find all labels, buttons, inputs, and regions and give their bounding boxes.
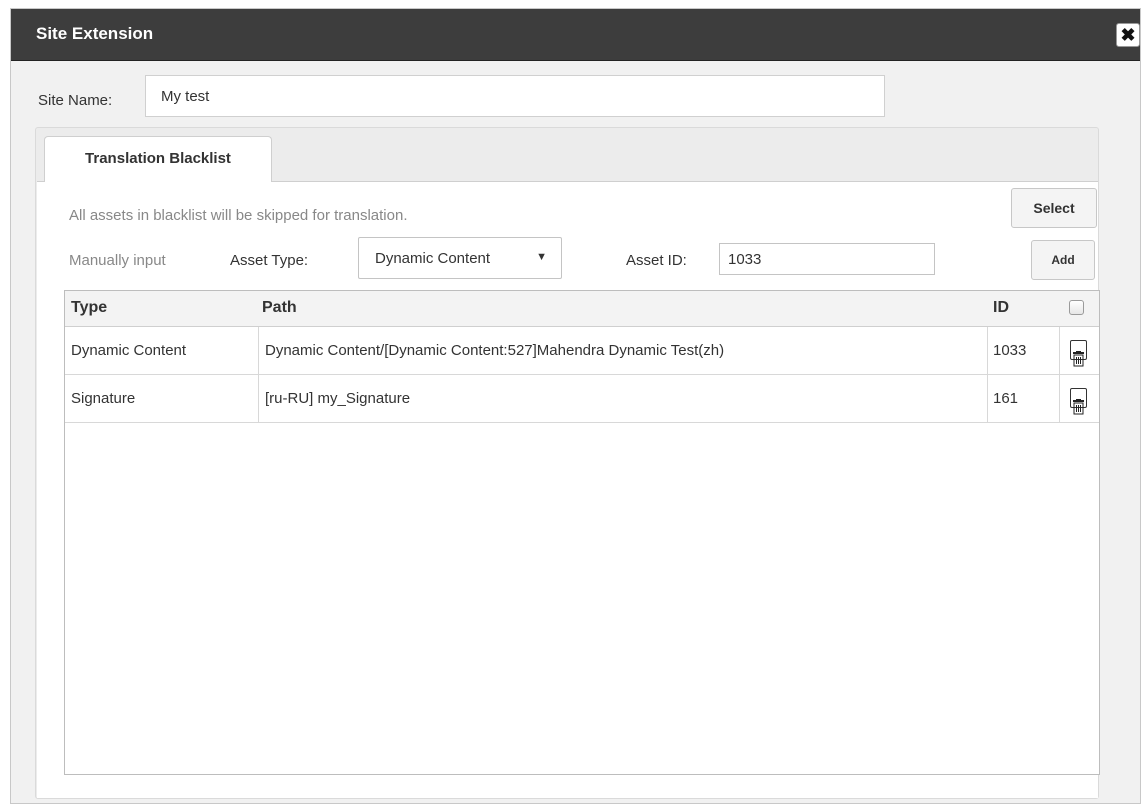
column-header-path: Path	[262, 299, 297, 316]
manual-input-label: Manually input	[69, 252, 166, 269]
caret-down-icon: ▼	[536, 251, 547, 263]
asset-type-value: Dynamic Content	[375, 250, 491, 267]
column-header-type: Type	[71, 299, 108, 316]
cell-delete	[1060, 327, 1099, 374]
cell-id: 1033	[988, 327, 1060, 374]
dialog-titlebar: Site Extension ✖	[11, 9, 1140, 61]
site-name-input[interactable]	[145, 75, 885, 117]
tab-translation-blacklist[interactable]: Translation Blacklist	[44, 136, 272, 182]
site-extension-dialog: Site Extension ✖ Site Name: Translation …	[10, 8, 1141, 804]
cell-type: Signature	[65, 375, 259, 422]
column-header-id: ID	[993, 299, 1009, 316]
add-button[interactable]: Add	[1031, 240, 1095, 280]
tab-panel: Translation Blacklist All assets in blac…	[35, 127, 1100, 799]
blacklist-note: All assets in blacklist will be skipped …	[69, 207, 408, 224]
table-header: Type Path ID	[65, 291, 1099, 327]
cell-path: [ru-RU] my_Signature	[259, 375, 988, 422]
select-all-checkbox[interactable]	[1069, 300, 1084, 315]
table-row[interactable]: Dynamic Content Dynamic Content/[Dynamic…	[65, 327, 1099, 375]
cell-delete	[1060, 375, 1099, 422]
select-button[interactable]: Select	[1011, 188, 1097, 228]
asset-type-label: Asset Type:	[230, 252, 309, 269]
cell-id: 161	[988, 375, 1060, 422]
trash-icon[interactable]	[1070, 388, 1087, 415]
close-icon[interactable]: ✖	[1116, 23, 1140, 47]
site-name-label: Site Name:	[38, 92, 113, 109]
asset-id-input[interactable]	[719, 243, 935, 275]
blacklist-table: Type Path ID Dynamic Content Dynamic Con…	[64, 290, 1100, 775]
trash-icon[interactable]	[1070, 340, 1087, 367]
cell-path: Dynamic Content/[Dynamic Content:527]Mah…	[259, 327, 988, 374]
dialog-title: Site Extension	[36, 24, 154, 43]
translation-blacklist-content: All assets in blacklist will be skipped …	[37, 181, 1100, 798]
asset-type-dropdown[interactable]: Dynamic Content ▼	[358, 237, 562, 279]
cell-type: Dynamic Content	[65, 327, 259, 374]
asset-id-label: Asset ID:	[626, 252, 687, 269]
table-row[interactable]: Signature [ru-RU] my_Signature 161	[65, 375, 1099, 423]
